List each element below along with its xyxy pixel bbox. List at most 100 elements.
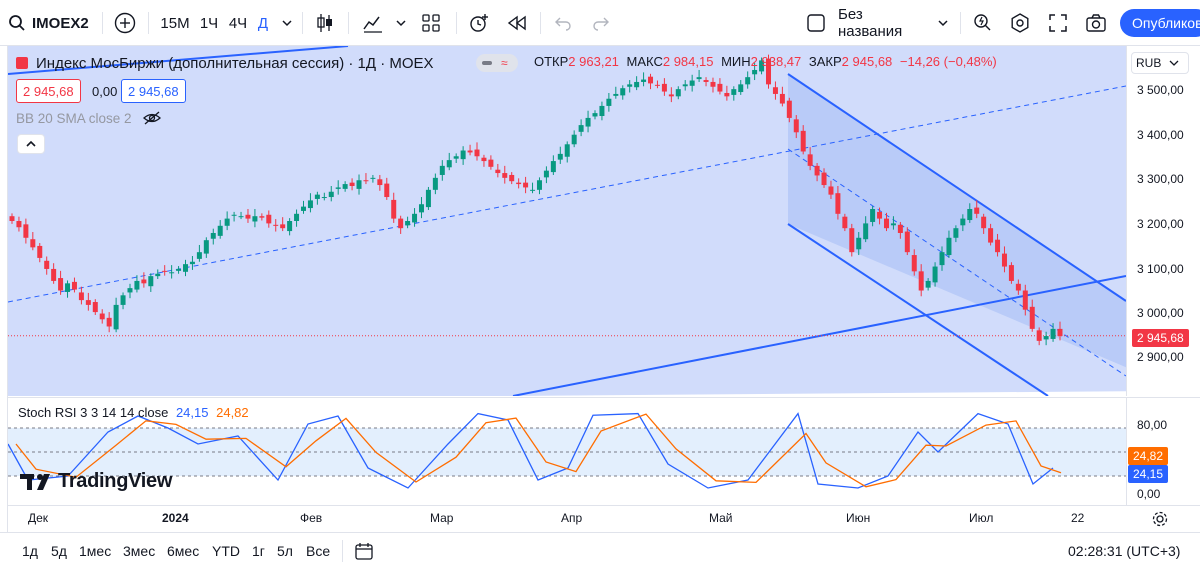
- templates-button[interactable]: [418, 9, 444, 37]
- interval-4h[interactable]: 4Ч: [224, 9, 252, 37]
- symbol-search[interactable]: IMOEX2: [8, 9, 102, 37]
- candle-body: [870, 209, 876, 222]
- chart-type-button[interactable]: [312, 9, 338, 37]
- candle-body: [661, 83, 667, 92]
- clock-timezone[interactable]: 02:28:31 (UTC+3): [1068, 543, 1180, 559]
- currency-selector[interactable]: RUB: [1131, 52, 1189, 74]
- range-1m[interactable]: 1мес: [79, 543, 111, 559]
- candle-body: [967, 209, 973, 221]
- candle-body: [502, 173, 508, 178]
- chevron-down-icon: [1169, 60, 1179, 66]
- candle-body: [946, 237, 952, 256]
- candle-body: [738, 84, 744, 93]
- time-label: 22: [1071, 511, 1085, 525]
- candle-body: [453, 156, 459, 159]
- range-5y[interactable]: 5л: [277, 543, 293, 559]
- candle-body: [696, 77, 702, 80]
- candle-body: [1029, 306, 1035, 329]
- candle-body: [370, 177, 376, 179]
- interval-1h[interactable]: 1Ч: [196, 9, 222, 37]
- candle-body: [30, 239, 36, 248]
- candle-body: [814, 165, 820, 176]
- legend-toggle-pill[interactable]: ≈: [476, 54, 518, 72]
- candle-body: [113, 304, 119, 330]
- candle-body: [613, 93, 619, 96]
- candle-body: [65, 283, 71, 292]
- range-3m[interactable]: 3мес: [123, 543, 155, 559]
- bb-indicator-label: BB 20 SMA close 2: [16, 110, 132, 126]
- tradingview-logo[interactable]: TradingView: [20, 470, 172, 493]
- fullscreen-button[interactable]: [1046, 9, 1070, 37]
- bid-price[interactable]: 2 945,68: [16, 79, 81, 103]
- alert-button[interactable]: [466, 9, 492, 37]
- candle-body: [523, 182, 529, 188]
- candle-body: [37, 245, 43, 258]
- screenshot-button[interactable]: [1084, 9, 1108, 37]
- candle-body: [162, 270, 168, 272]
- candle-body: [606, 98, 612, 106]
- publish-button[interactable]: Опубликов: [1120, 9, 1200, 37]
- candle-body: [821, 172, 827, 186]
- candle-body: [960, 218, 966, 226]
- candle-body: [342, 184, 348, 189]
- candle-body: [557, 153, 563, 160]
- candle-body: [897, 224, 903, 233]
- ask-price[interactable]: 2 945,68: [121, 79, 186, 103]
- price-tick: 3 200,00: [1137, 217, 1184, 231]
- candle-body: [9, 216, 15, 221]
- candle-body: [863, 223, 869, 240]
- candle-body: [995, 239, 1001, 253]
- chart-title: Индекс МосБиржи (дополнительная сессия) …: [36, 54, 434, 72]
- quick-search-button[interactable]: [970, 9, 994, 37]
- candle-body: [300, 206, 306, 211]
- range-5d[interactable]: 5д: [51, 543, 67, 559]
- candle-body: [703, 80, 709, 82]
- replay-button[interactable]: [504, 9, 530, 37]
- spread-value: 0,00: [92, 83, 118, 99]
- date-range-button[interactable]: [354, 541, 374, 566]
- interval-dropdown[interactable]: [278, 9, 296, 37]
- candle-body: [599, 105, 605, 116]
- candle-body: [904, 231, 910, 253]
- indicators-icon: [363, 16, 382, 33]
- range-6m[interactable]: 6мес: [167, 543, 199, 559]
- currency-label: RUB: [1136, 56, 1162, 70]
- candle-body: [786, 100, 792, 118]
- layout-dropdown[interactable]: [934, 9, 952, 37]
- candle-body: [328, 191, 334, 198]
- redo-button[interactable]: [590, 9, 612, 37]
- candle-body: [432, 177, 438, 190]
- grid-icon: [422, 14, 440, 32]
- candle-body: [280, 224, 286, 229]
- range-ytd[interactable]: YTD: [212, 543, 240, 559]
- candle-body: [238, 216, 244, 218]
- undo-button[interactable]: [552, 9, 574, 37]
- candle-body: [856, 237, 862, 250]
- lightning-search-icon: [974, 14, 991, 31]
- eye-hidden-icon[interactable]: [142, 110, 162, 126]
- price-tick: 3 500,00: [1137, 83, 1184, 97]
- indicators-dropdown[interactable]: [392, 9, 410, 37]
- range-1y[interactable]: 1г: [252, 543, 265, 559]
- candle-body: [592, 113, 598, 117]
- candle-body: [460, 150, 466, 160]
- candle-body: [474, 149, 480, 157]
- layout-name[interactable]: Без названия: [838, 6, 930, 40]
- layout-checkbox[interactable]: [804, 9, 828, 37]
- interval-15m[interactable]: 15М: [158, 9, 192, 37]
- square-icon: [807, 14, 825, 32]
- candle-body: [71, 281, 77, 290]
- indicators-button[interactable]: [360, 9, 386, 37]
- candle-body: [356, 180, 362, 189]
- scale-settings-button[interactable]: [1151, 510, 1169, 533]
- add-symbol-button[interactable]: [112, 9, 138, 37]
- candle-body: [634, 81, 640, 88]
- collapse-legend-button[interactable]: [17, 134, 45, 154]
- range-all[interactable]: Все: [306, 543, 330, 559]
- candle-body: [481, 157, 487, 162]
- range-1d[interactable]: 1д: [22, 543, 38, 559]
- interval-1d[interactable]: Д: [254, 9, 272, 37]
- candle-body: [890, 223, 896, 226]
- settings-button[interactable]: [1008, 9, 1032, 37]
- candle-body: [835, 193, 841, 214]
